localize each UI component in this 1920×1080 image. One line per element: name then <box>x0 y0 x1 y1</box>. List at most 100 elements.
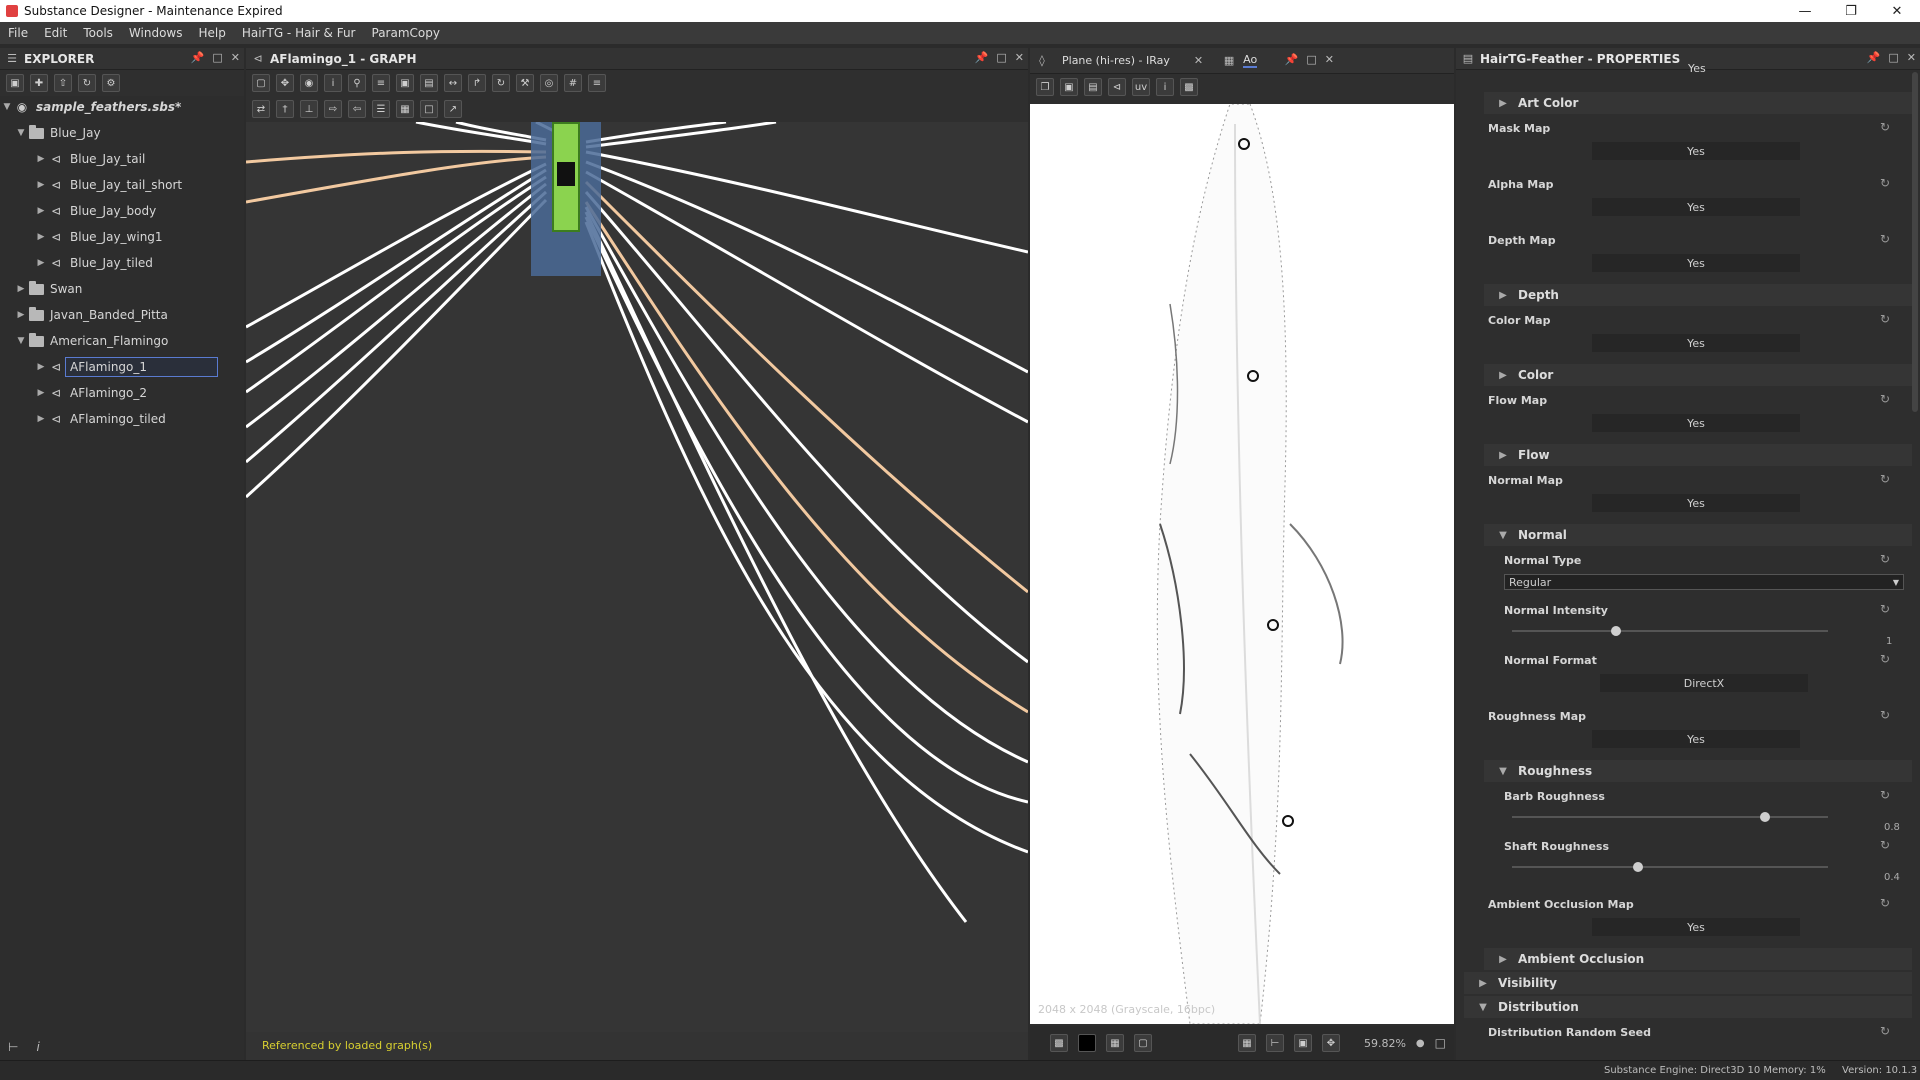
chevron-down-icon[interactable]: ▼ <box>14 128 28 138</box>
ao-map-value[interactable]: Yes <box>1592 918 1800 936</box>
tree-item[interactable]: ▶ Swan <box>0 278 244 300</box>
properties-scrollbar[interactable] <box>1912 72 1918 412</box>
node-in-icon[interactable]: ⇄ <box>252 100 270 118</box>
menu-help[interactable]: Help <box>190 26 233 40</box>
restore-icon[interactable]: ❐ <box>1828 0 1874 22</box>
tree-item[interactable]: ▶ Javan_Banded_Pitta <box>0 304 244 326</box>
paste-icon[interactable]: ▤ <box>1084 78 1102 96</box>
tree-item[interactable]: ▶ ⊲ Blue_Jay_wing1 <box>0 226 244 248</box>
normal-type-dropdown[interactable]: Regular ▼ <box>1504 574 1904 590</box>
reset-icon[interactable]: ↻ <box>1880 838 1890 852</box>
zoom-level[interactable]: 59.82% <box>1364 1037 1406 1050</box>
reset-icon[interactable]: ↻ <box>1880 708 1890 722</box>
section-color[interactable]: ▶ Color <box>1484 364 1912 386</box>
rotate-icon[interactable]: ↻ <box>492 74 510 92</box>
menu-icon[interactable]: ≡ <box>588 74 606 92</box>
section-ambient-occlusion[interactable]: ▶ Ambient Occlusion <box>1484 948 1912 970</box>
menu-paramcopy[interactable]: ParamCopy <box>364 26 448 40</box>
color-map-value[interactable]: Yes <box>1592 334 1800 352</box>
tree-item[interactable]: ▶ ⊲ Blue_Jay_body <box>0 200 244 222</box>
pin-icon[interactable]: 📌 <box>1867 51 1881 64</box>
link-icon[interactable]: ↔ <box>444 74 462 92</box>
menu-tools[interactable]: Tools <box>75 26 121 40</box>
camera-icon[interactable]: ◉ <box>300 74 318 92</box>
grid-icon[interactable]: # <box>564 74 582 92</box>
save-icon[interactable]: ▣ <box>6 74 24 92</box>
pan-icon[interactable]: ✥ <box>1321 1034 1340 1052</box>
output-icon[interactable]: ⇨ <box>324 100 342 118</box>
zoom-reset-icon[interactable]: ● <box>1416 1038 1425 1049</box>
close-panel-icon[interactable]: ✕ <box>1325 53 1334 66</box>
reset-icon[interactable]: ↻ <box>1880 472 1890 486</box>
chevron-right-icon[interactable]: ▶ <box>34 154 48 164</box>
normal-intensity-slider[interactable] <box>1512 626 1828 636</box>
chevron-right-icon[interactable]: ▶ <box>34 362 48 372</box>
reset-icon[interactable]: ↻ <box>1880 552 1890 566</box>
new-package-icon[interactable]: ✚ <box>30 74 48 92</box>
save-icon[interactable]: ▣ <box>1060 78 1078 96</box>
reset-icon[interactable]: ↻ <box>1880 788 1890 802</box>
close-panel-icon[interactable]: ✕ <box>231 51 240 64</box>
reset-icon[interactable]: ↻ <box>1880 1024 1890 1038</box>
alpha-map-value[interactable]: Yes <box>1592 198 1800 216</box>
graph-node[interactable] <box>552 122 580 232</box>
section-roughness[interactable]: ▼ Roughness <box>1484 760 1912 782</box>
menu-hairtg[interactable]: HairTG - Hair & Fur <box>234 26 364 40</box>
pin-icon[interactable]: 📌 <box>1285 53 1299 66</box>
tool-icon[interactable]: ⚒ <box>516 74 534 92</box>
pin-icon[interactable]: 📌 <box>975 51 989 64</box>
chevron-right-icon[interactable]: ▶ <box>34 414 48 424</box>
section-visibility[interactable]: ▶ Visibility <box>1464 972 1912 994</box>
frame-icon[interactable]: ▣ <box>1293 1034 1312 1052</box>
layout-icon[interactable]: ⊥ <box>300 100 318 118</box>
texture-view[interactable]: 2048 x 2048 (Grayscale, 16bpc) <box>1030 104 1454 1024</box>
close-panel-icon[interactable]: ✕ <box>1015 51 1024 64</box>
close-tab-icon[interactable]: ✕ <box>1194 54 1203 67</box>
barb-roughness-slider[interactable] <box>1512 812 1828 822</box>
chevron-right-icon[interactable]: ▶ <box>34 206 48 216</box>
lock-icon[interactable]: □ <box>1435 1036 1446 1050</box>
channels-icon[interactable]: ▩ <box>1050 1034 1068 1052</box>
node-icon[interactable]: ▣ <box>396 74 414 92</box>
slider-knob[interactable] <box>1633 862 1644 872</box>
pan-icon[interactable]: ✥ <box>276 74 294 92</box>
tree-item[interactable]: ▶ ⊲ Blue_Jay_tail_short <box>0 174 244 196</box>
section-distribution[interactable]: ▼ Distribution <box>1464 996 1912 1018</box>
tree-item[interactable]: ▼ Blue_Jay <box>0 122 244 144</box>
chevron-down-icon[interactable]: ▼ <box>0 102 14 112</box>
menu-file[interactable]: File <box>0 26 36 40</box>
roughness-map-value[interactable]: Yes <box>1592 730 1800 748</box>
package-row[interactable]: ▼ ◉ sample_feathers.sbs* <box>0 96 244 118</box>
tree-item[interactable]: ▶ ⊲ Blue_Jay_tail <box>0 148 244 170</box>
tile-icon[interactable]: ▦ <box>1237 1034 1256 1052</box>
reset-icon[interactable]: ↻ <box>1880 312 1890 326</box>
section-depth[interactable]: ▶ Depth <box>1484 284 1912 306</box>
flow-map-value[interactable]: Yes <box>1592 414 1800 432</box>
slider-knob[interactable] <box>1611 626 1622 636</box>
checker-icon[interactable]: ▦ <box>1106 1034 1124 1052</box>
reset-icon[interactable]: ↻ <box>1880 652 1890 666</box>
select-icon[interactable]: □ <box>420 100 438 118</box>
tree-toggle-icon[interactable]: ⊢ <box>8 1040 18 1054</box>
group-icon[interactable]: ▦ <box>396 100 414 118</box>
align-icon[interactable]: ≡ <box>372 74 390 92</box>
reset-icon[interactable]: ↻ <box>1880 392 1890 406</box>
normal-format-value[interactable]: DirectX <box>1600 674 1808 692</box>
reset-icon[interactable]: ↻ <box>1880 602 1890 616</box>
float-icon[interactable]: □ <box>996 51 1006 64</box>
menu-windows[interactable]: Windows <box>121 26 191 40</box>
slider-knob[interactable] <box>1759 812 1770 822</box>
reset-icon[interactable]: ↻ <box>1880 176 1890 190</box>
copy-icon[interactable]: ❐ <box>1036 78 1054 96</box>
section-normal[interactable]: ▼ Normal <box>1484 524 1912 546</box>
tree-item-selected[interactable]: ▶ ⊲ AFlamingo_1 <box>0 356 244 378</box>
graph-link-icon[interactable]: ⊲ <box>1108 78 1126 96</box>
list-icon[interactable]: ☰ <box>372 100 390 118</box>
view-tab-ao[interactable]: Ao <box>1243 53 1258 68</box>
chevron-right-icon[interactable]: ▶ <box>34 388 48 398</box>
pin-icon[interactable]: 📌 <box>191 51 205 64</box>
tree-item[interactable]: ▼ American_Flamingo <box>0 330 244 352</box>
menu-edit[interactable]: Edit <box>36 26 75 40</box>
search-icon[interactable]: ⚲ <box>348 74 366 92</box>
reset-icon[interactable]: ↻ <box>1880 232 1890 246</box>
